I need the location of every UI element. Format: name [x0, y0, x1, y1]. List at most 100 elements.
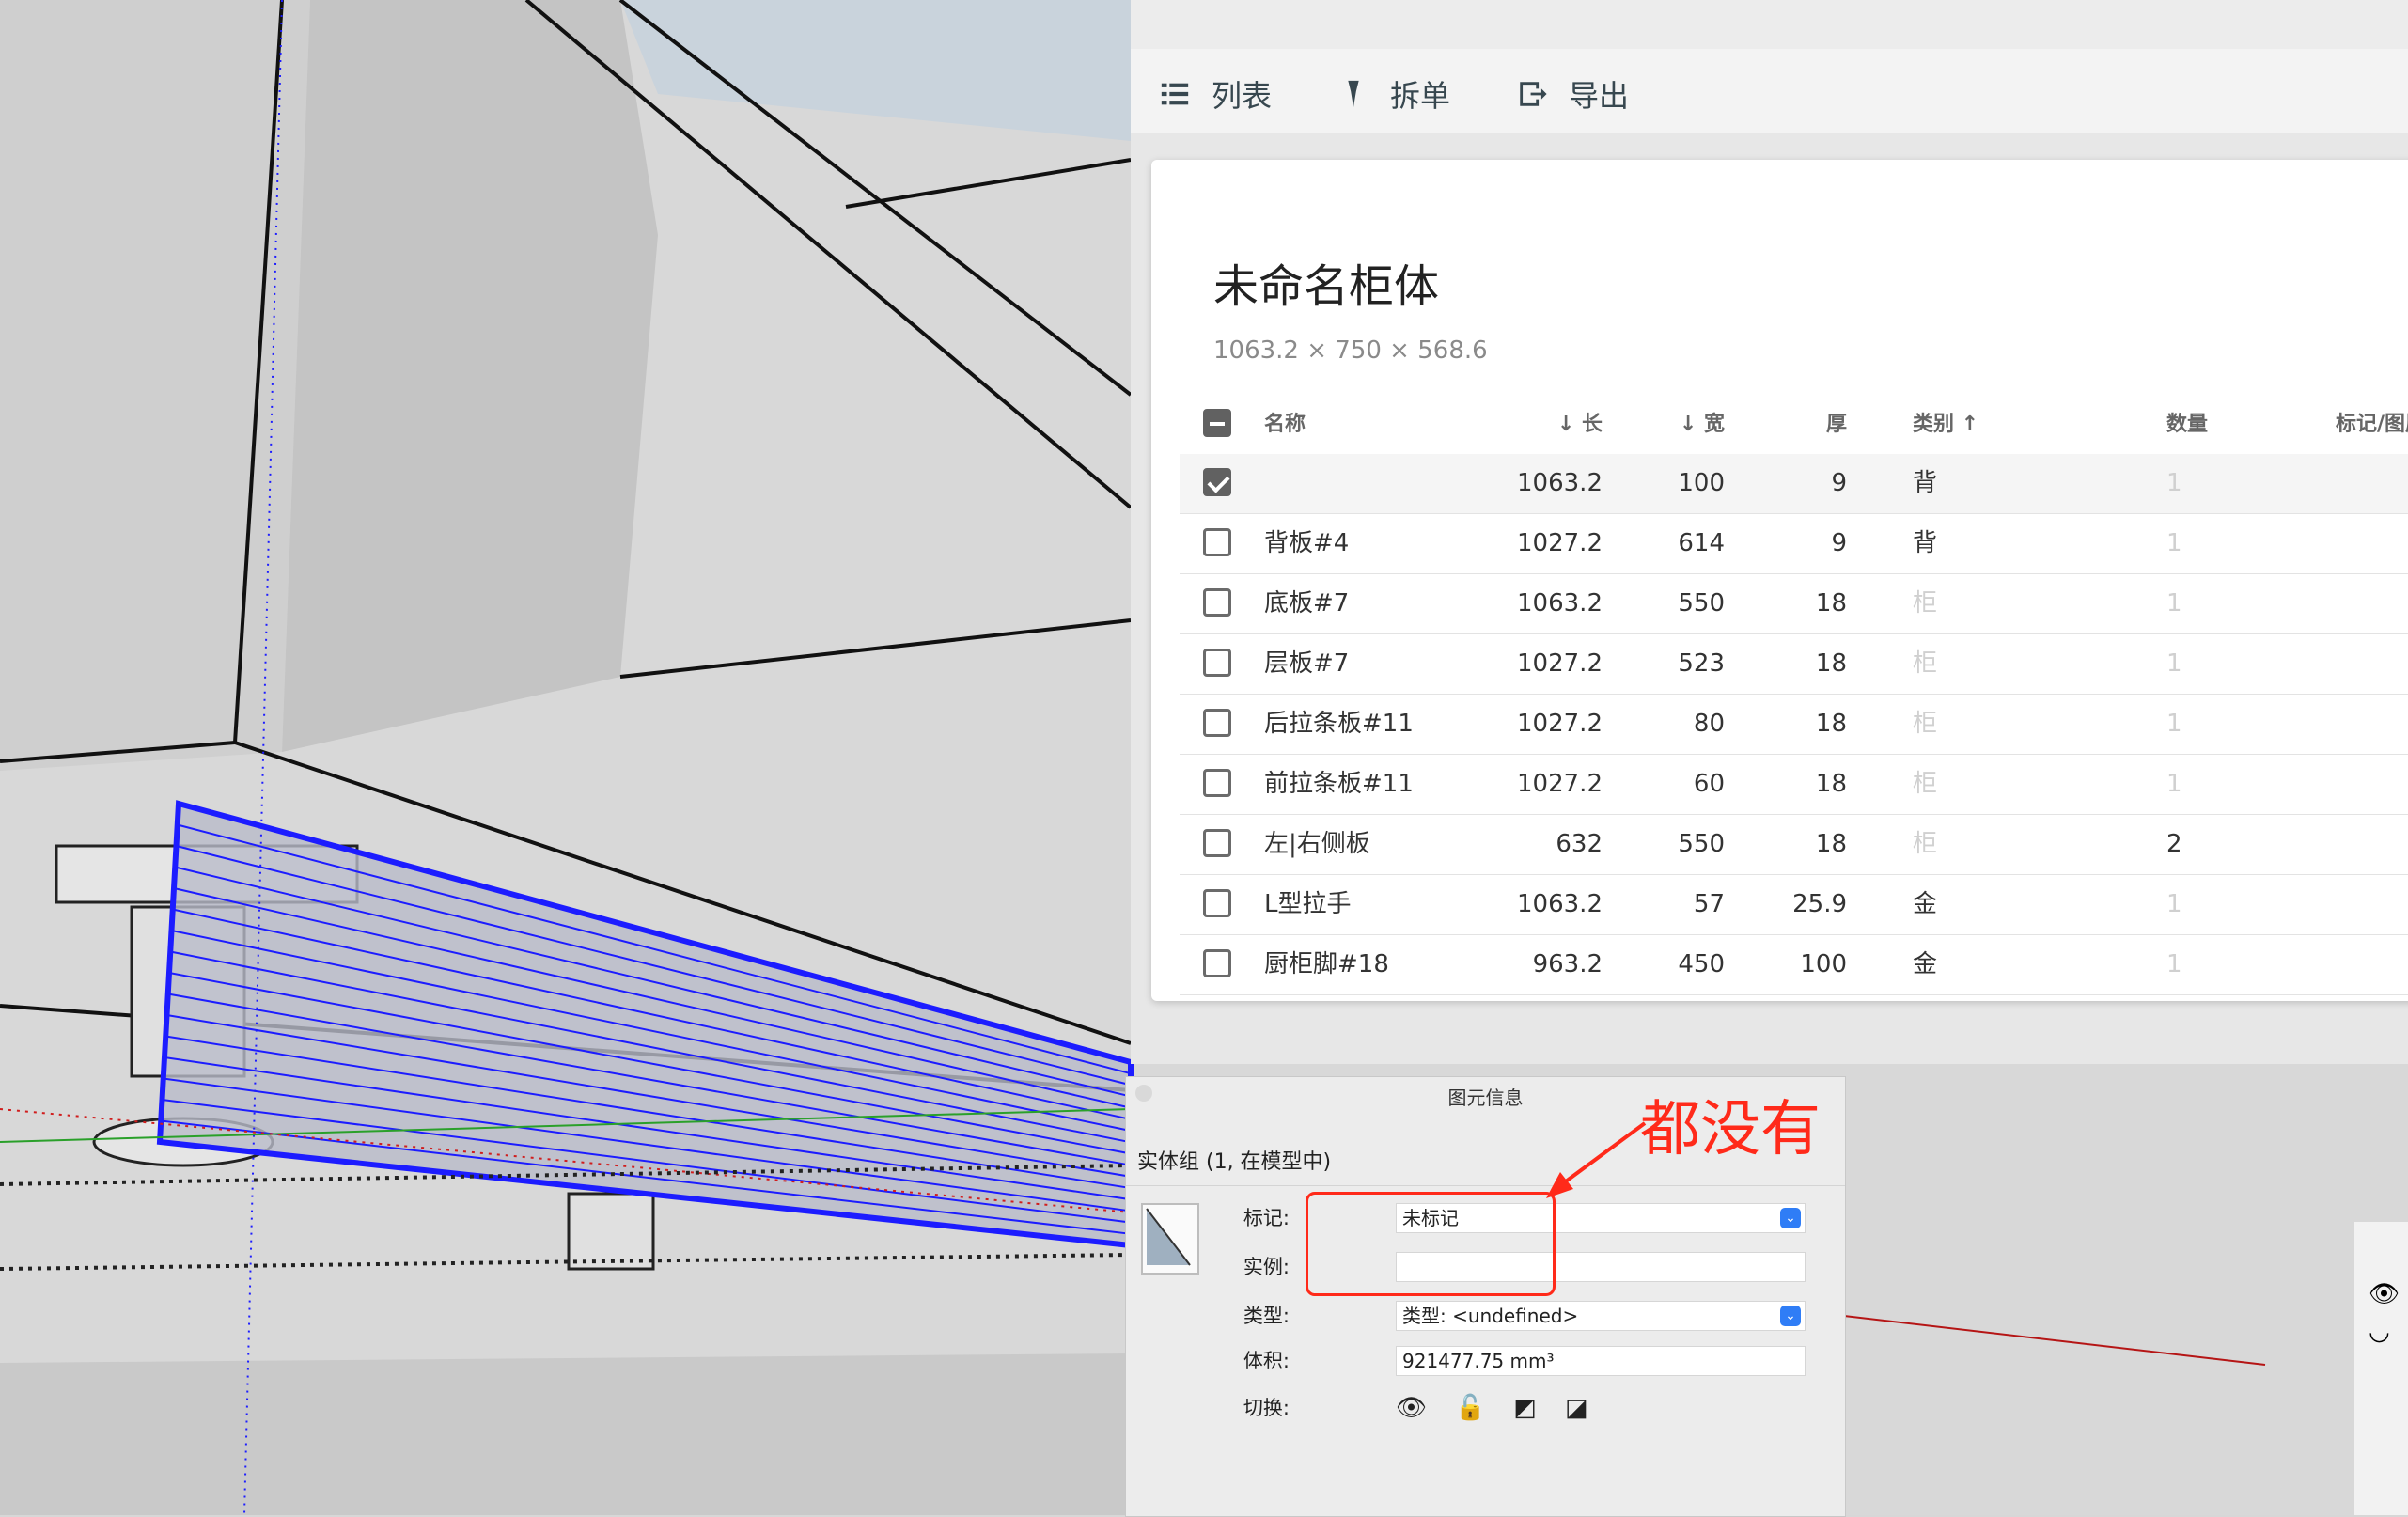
table-row[interactable]: L型拉手 1063.2 57 25.9 金 1	[1180, 875, 2408, 935]
row-checkbox[interactable]	[1203, 949, 1231, 977]
row-checkbox[interactable]	[1203, 468, 1231, 496]
row-checkbox[interactable]	[1203, 588, 1231, 617]
table-row[interactable]: 前拉条板#11 1027.2 60 18 柜 1	[1180, 755, 2408, 815]
split-button[interactable]: 拆单	[1337, 72, 1450, 116]
eye-icon[interactable]: 👁	[2369, 1280, 2400, 1308]
col-length[interactable]: ↓ 长	[1396, 395, 1603, 454]
part-width: 550	[1678, 830, 1725, 858]
part-length: 1063.2	[1517, 589, 1603, 618]
table-row[interactable]: 后拉条板#11 1027.2 80 18 柜 1	[1180, 695, 2408, 755]
cabinet-title: 未命名柜体	[1213, 260, 1440, 313]
chevron-down-icon: ⌄	[1780, 1208, 1801, 1228]
lock-icon[interactable]: 🔓	[1455, 1391, 1485, 1425]
col-tag[interactable]: 标记/图层	[2336, 395, 2408, 454]
part-quantity: 1	[2166, 469, 2182, 497]
row-checkbox[interactable]	[1203, 709, 1231, 737]
table-row[interactable]: 1063.2 100 9 背 1	[1180, 454, 2408, 514]
col-category[interactable]: 类别 ↑	[1913, 395, 1978, 454]
volume-value: 921477.75 mm³	[1396, 1346, 1806, 1376]
part-thickness: 18	[1815, 649, 1847, 678]
entity-subtitle: 实体组 (1, 在模型中)	[1137, 1150, 1332, 1174]
table-row[interactable]: 背板#4 1027.2 614 9 背 1	[1180, 514, 2408, 574]
select-all-checkbox[interactable]	[1203, 409, 1231, 437]
col-quantity[interactable]: 数量	[2166, 395, 2208, 454]
plugin-panel-body: 未命名柜体 1063.2 × 750 × 568.6 名称 ↓ 长 ↓ 宽 厚 …	[1131, 133, 2408, 1064]
table-header: 名称 ↓ 长 ↓ 宽 厚 类别 ↑ 数量 标记/图层	[1180, 395, 2408, 456]
list-button[interactable]: 列表	[1159, 72, 1272, 116]
export-button[interactable]: 导出	[1516, 72, 1629, 116]
instance-label: 实例:	[1243, 1256, 1290, 1278]
panel-title-strip	[1131, 0, 2408, 49]
part-width: 80	[1693, 710, 1725, 738]
table-row[interactable]: 底板#7 1063.2 550 18 柜 1	[1180, 574, 2408, 634]
table-row[interactable]: 厨柜脚#18 963.2 450 100 金 1	[1180, 935, 2408, 995]
part-width: 100	[1678, 469, 1725, 497]
part-category: 柜	[1913, 649, 1938, 678]
part-name: 前拉条板#11	[1264, 770, 1414, 798]
part-category: 柜	[1913, 589, 1938, 618]
list-icon	[1161, 83, 1189, 105]
sort-down-icon: ↓	[1679, 413, 1704, 436]
part-category: 柜	[1913, 710, 1938, 738]
divider	[1126, 1185, 1845, 1186]
export-icon	[1520, 82, 1547, 106]
part-quantity: 1	[2166, 589, 2182, 618]
part-thickness: 18	[1815, 589, 1847, 618]
part-name: L型拉手	[1264, 890, 1352, 918]
part-category: 背	[1913, 469, 1938, 497]
eye-icon[interactable]: 👁	[1396, 1391, 1427, 1425]
plugin-toolbar: 列表 拆单 导出	[1159, 66, 1629, 122]
list-button-label: 列表	[1212, 78, 1273, 114]
split-button-label: 拆单	[1390, 78, 1451, 114]
part-width: 614	[1678, 529, 1725, 557]
type-select[interactable]: 类型: <undefined> ⌄	[1396, 1301, 1806, 1331]
part-length: 1063.2	[1517, 469, 1603, 497]
toggle-label: 切换:	[1243, 1397, 1290, 1419]
chevron-down-icon: ⌄	[1780, 1306, 1801, 1326]
part-width: 523	[1678, 649, 1725, 678]
part-thickness: 18	[1815, 770, 1847, 798]
part-quantity: 1	[2166, 649, 2182, 678]
type-label: 类型:	[1243, 1305, 1290, 1327]
part-quantity: 2	[2166, 830, 2182, 858]
part-name: 厨柜脚#18	[1264, 950, 1389, 978]
part-width: 450	[1678, 950, 1725, 978]
part-quantity: 1	[2166, 529, 2182, 557]
part-name: 左|右侧板	[1264, 830, 1370, 858]
arrow-icon	[1546, 1121, 1647, 1198]
part-category: 背	[1913, 529, 1938, 557]
eye-closed-icon[interactable]: ◡	[2369, 1318, 2390, 1346]
col-width[interactable]: ↓ 宽	[1603, 395, 1725, 454]
part-length: 1027.2	[1517, 770, 1603, 798]
part-category: 柜	[1913, 830, 1938, 858]
part-width: 57	[1693, 890, 1725, 918]
part-thickness: 9	[1831, 529, 1847, 557]
part-length: 1063.2	[1517, 890, 1603, 918]
sort-up-icon: ↑	[1954, 413, 1979, 436]
highlight-box	[1306, 1192, 1556, 1296]
part-thickness: 25.9	[1792, 890, 1847, 918]
table-row[interactable]: 左|右侧板 632 550 18 柜 2	[1180, 815, 2408, 875]
cabinet-dimensions: 1063.2 × 750 × 568.6	[1213, 336, 1488, 365]
part-quantity: 1	[2166, 710, 2182, 738]
row-checkbox[interactable]	[1203, 649, 1231, 677]
part-length: 1027.2	[1517, 649, 1603, 678]
part-length: 1027.2	[1517, 529, 1603, 557]
receive-shadow-icon[interactable]: ◪	[1565, 1391, 1588, 1425]
part-thickness: 100	[1800, 950, 1847, 978]
split-icon	[1348, 80, 1359, 108]
col-thickness[interactable]: 厚	[1725, 395, 1847, 454]
cast-shadow-icon[interactable]: ◩	[1513, 1391, 1537, 1425]
table-row[interactable]: 层板#7 1027.2 523 18 柜 1	[1180, 634, 2408, 695]
part-quantity: 1	[2166, 950, 2182, 978]
part-thickness: 9	[1831, 469, 1847, 497]
row-checkbox[interactable]	[1203, 889, 1231, 917]
sort-down-icon: ↓	[1556, 413, 1582, 436]
col-name[interactable]: 名称	[1264, 395, 1306, 454]
row-checkbox[interactable]	[1203, 528, 1231, 556]
part-length: 632	[1556, 830, 1603, 858]
plugin-panel-header: 列表 拆单 导出	[1131, 0, 2408, 134]
row-checkbox[interactable]	[1203, 829, 1231, 857]
row-checkbox[interactable]	[1203, 769, 1231, 797]
part-category: 金	[1913, 890, 1938, 918]
